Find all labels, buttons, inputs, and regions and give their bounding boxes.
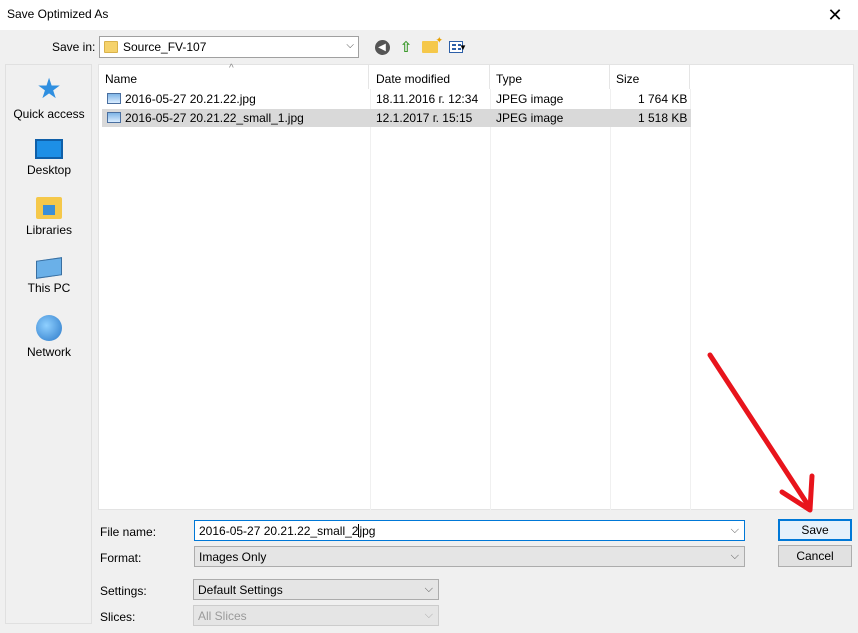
place-label: Libraries: [25, 223, 73, 237]
chevron-down-icon: ⌵: [346, 40, 354, 51]
file-name: 2016-05-27 20.21.22.jpg: [125, 92, 256, 106]
dropdown-arrow-icon: ▼: [459, 42, 467, 52]
column-label: Name: [105, 72, 138, 86]
file-name-text: 2016-05-27 20.21.22_small_2: [199, 523, 359, 538]
cancel-button[interactable]: Cancel: [778, 545, 852, 567]
file-date: 18.11.2016 г. 12:34: [376, 92, 479, 106]
column-label: Size: [616, 72, 640, 86]
file-name-cell: 2016-05-27 20.21.22.jpg: [107, 92, 256, 106]
place-label: Quick access: [13, 107, 85, 121]
place-this-pc[interactable]: This PC: [6, 255, 92, 295]
column-label: Date modified: [376, 72, 451, 86]
column-divider: [610, 89, 611, 511]
column-header-name[interactable]: ^ Name: [99, 63, 369, 89]
toolbar: ◀ ⇧ ▼: [373, 35, 471, 56]
close-icon: ✕: [827, 4, 843, 25]
cancel-button-label: Cancel: [796, 549, 834, 563]
place-network[interactable]: Network: [6, 315, 92, 359]
desktop-icon: [35, 139, 63, 159]
file-row-selected[interactable]: 2016-05-27 20.21.22_small_1.jpg 12.1.201…: [102, 109, 691, 127]
settings-dropdown[interactable]: Default Settings ⌵: [193, 579, 439, 600]
column-label: Type: [496, 72, 523, 86]
folder-icon: [104, 41, 118, 53]
column-divider: [370, 89, 371, 511]
chevron-down-icon: ⌵: [730, 550, 739, 562]
back-icon: ◀: [374, 39, 390, 55]
place-quick-access[interactable]: ★ Quick access: [6, 73, 92, 122]
title-bar: Save Optimized As ✕: [0, 0, 858, 30]
network-icon: [36, 315, 62, 341]
column-divider: [490, 89, 491, 511]
place-libraries[interactable]: Libraries: [6, 195, 92, 237]
annotation-arrow-icon: [707, 352, 815, 513]
file-date: 12.1.2017 г. 15:15: [376, 111, 473, 125]
file-name-input[interactable]: 2016-05-27 20.21.22_small_2 jpg ⌵: [194, 520, 745, 541]
file-size: 1 518 KB: [638, 111, 688, 125]
file-size: 1 764 KB: [638, 92, 688, 106]
format-dropdown[interactable]: Images Only ⌵: [194, 546, 745, 567]
computer-icon: [36, 257, 62, 279]
chevron-down-icon: ⌵: [424, 583, 433, 595]
image-file-icon: [107, 93, 121, 104]
save-in-folder: Source_FV-107: [123, 40, 207, 54]
save-in-dropdown[interactable]: Source_FV-107 ⌵: [99, 36, 359, 58]
file-name-extension: jpg: [359, 523, 376, 538]
window-title: Save Optimized As: [7, 7, 109, 21]
chevron-down-icon: ⌵: [424, 609, 433, 621]
format-value: Images Only: [199, 549, 267, 564]
place-label: Network: [26, 345, 71, 359]
column-header-type[interactable]: Type: [490, 65, 610, 89]
sort-ascending-icon: ^: [229, 63, 234, 74]
places-bar: ★ Quick access Desktop Libraries This PC…: [5, 64, 92, 624]
file-row[interactable]: 2016-05-27 20.21.22.jpg 18.11.2016 г. 12…: [102, 90, 691, 108]
place-label: Desktop: [26, 163, 72, 177]
file-name: 2016-05-27 20.21.22_small_1.jpg: [125, 111, 304, 125]
chevron-down-icon[interactable]: ⌵: [731, 524, 739, 537]
file-name-cell: 2016-05-27 20.21.22_small_1.jpg: [107, 111, 304, 125]
new-folder-button[interactable]: [421, 35, 443, 56]
place-desktop[interactable]: Desktop: [6, 135, 92, 177]
place-label: This PC: [27, 281, 71, 295]
save-in-label: Save in:: [52, 40, 96, 54]
settings-label: Settings:: [100, 584, 147, 598]
new-folder-icon: [422, 35, 443, 53]
libraries-icon: [36, 197, 62, 219]
image-file-icon: [107, 112, 121, 123]
file-name-label: File name:: [100, 525, 157, 539]
settings-value: Default Settings: [198, 582, 283, 597]
format-label: Format:: [100, 551, 142, 565]
up-folder-button[interactable]: ⇧: [397, 38, 415, 56]
column-divider: [690, 89, 691, 511]
file-type: JPEG image: [496, 111, 564, 125]
slices-dropdown: All Slices ⌵: [193, 605, 439, 626]
file-type: JPEG image: [496, 92, 564, 106]
up-folder-icon: ⇧: [399, 39, 413, 56]
view-menu-button[interactable]: ▼: [445, 38, 471, 56]
column-header-date[interactable]: Date modified: [370, 65, 490, 89]
close-button[interactable]: ✕: [812, 0, 858, 30]
back-button[interactable]: ◀: [373, 38, 391, 56]
slices-value: All Slices: [198, 608, 247, 623]
star-icon: ★: [36, 73, 62, 104]
column-header-size[interactable]: Size: [610, 65, 690, 89]
save-button-label: Save: [801, 523, 829, 537]
slices-label: Slices:: [100, 610, 136, 624]
